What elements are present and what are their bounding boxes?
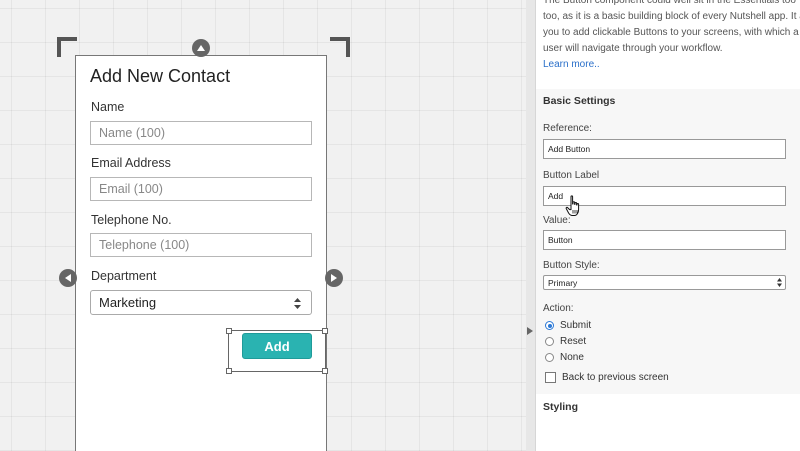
component-description: The Button component could well sit in t…	[543, 0, 800, 57]
selection-knob-icon[interactable]	[226, 328, 232, 334]
back-to-previous-checkbox-row[interactable]: Back to previous screen	[545, 372, 669, 383]
button-style-label: Button Style:	[543, 260, 600, 271]
action-none-label: None	[560, 352, 584, 363]
value-input[interactable]: Button	[543, 230, 786, 250]
selection-knob-icon[interactable]	[226, 368, 232, 374]
action-reset-radio[interactable]: Reset	[545, 336, 586, 347]
radio-icon[interactable]	[545, 353, 554, 362]
form-title: Add New Contact	[90, 66, 231, 86]
resize-handle-left-icon[interactable]	[59, 269, 77, 287]
crop-corner-top-right-icon	[330, 37, 350, 57]
department-select[interactable]: Marketing	[90, 290, 312, 315]
description-line: you to add clickable Buttons to your scr…	[543, 27, 799, 38]
hand-pointer-icon	[565, 195, 583, 222]
chevron-updown-icon	[777, 278, 782, 289]
chevron-updown-icon	[294, 297, 301, 312]
selection-knob-icon[interactable]	[322, 368, 328, 374]
resize-handle-right-icon[interactable]	[325, 269, 343, 287]
name-label: Name	[91, 100, 125, 114]
collapse-arrow-icon[interactable]	[527, 322, 533, 340]
button-style-select[interactable]: Primary	[543, 275, 786, 290]
basic-settings-section: Basic Settings Reference: Add Button But…	[536, 89, 800, 394]
basic-settings-heading: Basic Settings	[543, 95, 616, 107]
action-submit-radio[interactable]: Submit	[545, 320, 591, 331]
description-line: The Button component could well sit in t…	[543, 0, 796, 6]
button-label-label: Button Label	[543, 170, 600, 181]
learn-more-link[interactable]: Learn more..	[543, 59, 600, 70]
back-to-previous-checkbox[interactable]	[545, 372, 556, 383]
back-to-previous-label: Back to previous screen	[562, 372, 669, 383]
description-line: too, as it is a basic building block of …	[543, 11, 800, 22]
action-label: Action:	[543, 303, 574, 314]
action-none-radio[interactable]: None	[545, 352, 584, 363]
action-reset-label: Reset	[560, 336, 587, 347]
radio-icon[interactable]	[545, 337, 554, 346]
department-label: Department	[91, 269, 157, 283]
department-select-value: Marketing	[99, 295, 157, 310]
email-label: Email Address	[91, 156, 171, 170]
properties-panel: The Button component could well sit in t…	[536, 0, 800, 451]
description-line: user will navigate through your workflow…	[543, 43, 723, 54]
resize-handle-top-icon[interactable]	[192, 39, 210, 57]
reference-label: Reference:	[543, 123, 592, 134]
styling-heading[interactable]: Styling	[543, 401, 578, 413]
crop-corner-top-left-icon	[57, 37, 77, 57]
screen-preview: Add New Contact Name Name (100) Email Ad…	[75, 55, 328, 451]
name-input[interactable]: Name (100)	[90, 121, 312, 145]
add-button[interactable]: Add	[242, 333, 312, 359]
reference-input[interactable]: Add Button	[543, 139, 786, 159]
button-style-value: Primary	[548, 277, 578, 288]
action-submit-label: Submit	[560, 320, 592, 331]
telephone-label: Telephone No.	[91, 213, 172, 227]
telephone-input[interactable]: Telephone (100)	[90, 233, 312, 257]
selection-knob-icon[interactable]	[322, 328, 328, 334]
email-input[interactable]: Email (100)	[90, 177, 312, 201]
radio-selected-icon[interactable]	[545, 321, 554, 330]
panel-divider[interactable]	[526, 0, 536, 451]
design-canvas[interactable]: Add New Contact Name Name (100) Email Ad…	[0, 0, 526, 451]
